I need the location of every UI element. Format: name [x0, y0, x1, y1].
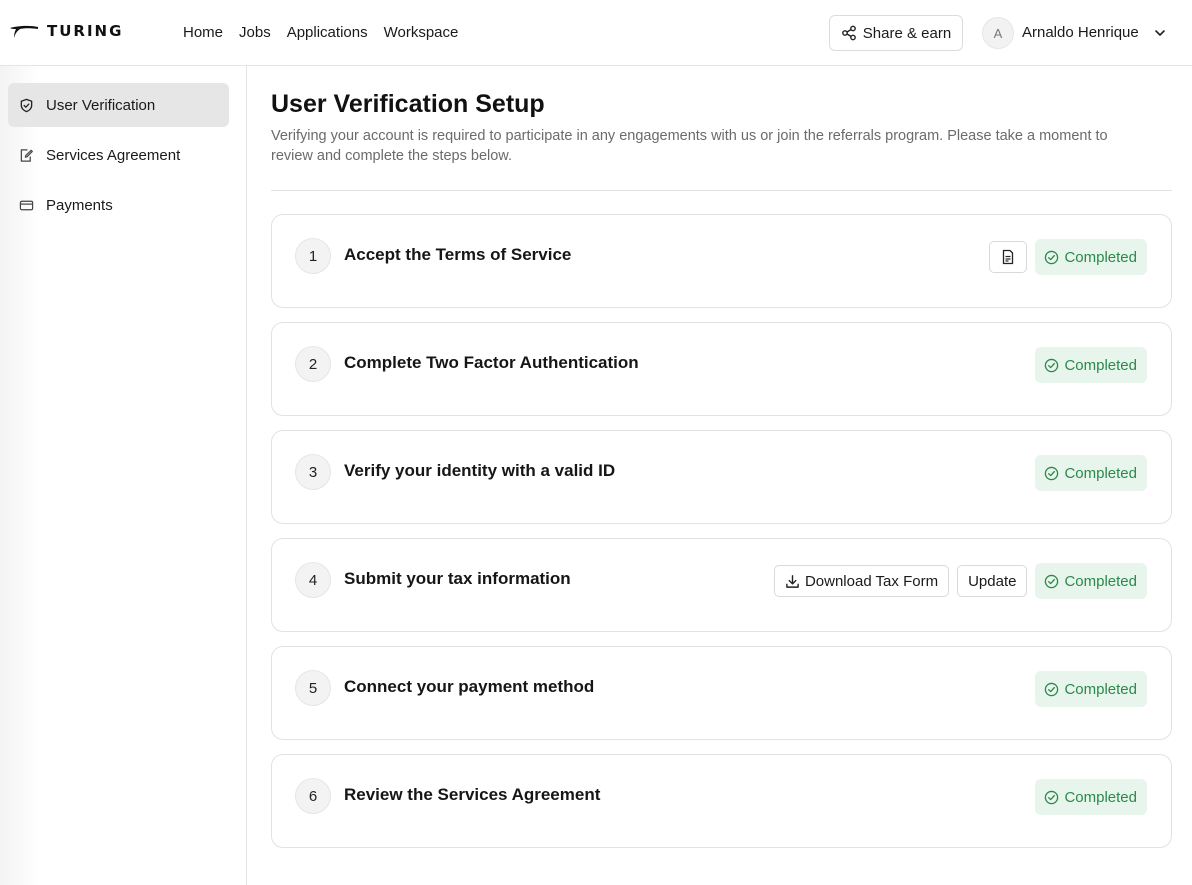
- download-tax-form-button[interactable]: Download Tax Form: [773, 565, 950, 597]
- sidebar-item-payments[interactable]: Payments: [8, 183, 229, 227]
- status-badge: Completed: [1035, 671, 1147, 707]
- status-label: Completed: [1064, 464, 1137, 482]
- status-badge: Completed: [1035, 563, 1147, 599]
- status-label: Completed: [1064, 248, 1137, 266]
- main-nav: Home Jobs Applications Workspace: [183, 22, 458, 44]
- nav-workspace[interactable]: Workspace: [384, 22, 459, 44]
- step-actions: Download Tax Form Update Completed: [773, 563, 1147, 599]
- check-circle-icon: [1045, 250, 1059, 264]
- step-actions: Completed: [1035, 347, 1147, 383]
- sidebar-item-services-agreement[interactable]: Services Agreement: [8, 133, 229, 177]
- nav-jobs[interactable]: Jobs: [239, 22, 271, 44]
- step-number: 5: [295, 670, 331, 706]
- step-title: Complete Two Factor Authentication: [344, 353, 639, 372]
- step-title: Verify your identity with a valid ID: [344, 461, 616, 480]
- edit-document-icon: [19, 148, 34, 163]
- status-badge: Completed: [1035, 239, 1147, 275]
- nav-applications[interactable]: Applications: [287, 22, 368, 44]
- avatar[interactable]: A: [982, 17, 1014, 49]
- status-badge: Completed: [1035, 779, 1147, 815]
- share-earn-button[interactable]: Share & earn: [829, 15, 963, 51]
- download-tax-form-label: Download Tax Form: [804, 572, 939, 590]
- nav-home[interactable]: Home: [183, 22, 223, 44]
- step-card-tax-information: 4 Submit your tax information Download T…: [271, 538, 1172, 632]
- step-number: 3: [295, 454, 331, 490]
- status-label: Completed: [1064, 788, 1137, 806]
- turing-logo[interactable]: TURING: [9, 20, 123, 42]
- step-actions: Completed: [989, 239, 1147, 275]
- logo-text: TURING: [47, 22, 124, 40]
- step-actions: Completed: [1035, 455, 1147, 491]
- sidebar-item-label: Payments: [46, 196, 113, 214]
- sidebar: User Verification Services Agreement Pay…: [0, 66, 247, 885]
- share-earn-label: Share & earn: [862, 24, 952, 42]
- update-label: Update: [968, 572, 1017, 590]
- status-label: Completed: [1064, 572, 1137, 590]
- step-title: Submit your tax information: [344, 569, 571, 588]
- status-badge: Completed: [1035, 347, 1147, 383]
- sidebar-item-label: User Verification: [46, 96, 156, 114]
- check-circle-icon: [1045, 790, 1059, 804]
- step-card-two-factor: 2 Complete Two Factor Authentication Com…: [271, 322, 1172, 416]
- step-number: 1: [295, 238, 331, 274]
- status-badge: Completed: [1035, 455, 1147, 491]
- sidebar-item-user-verification[interactable]: User Verification: [8, 83, 229, 127]
- step-card-identity: 3 Verify your identity with a valid ID C…: [271, 430, 1172, 524]
- download-icon: [786, 574, 799, 588]
- shield-check-icon: [19, 98, 34, 113]
- divider: [271, 190, 1172, 191]
- step-card-payment-method: 5 Connect your payment method Completed: [271, 646, 1172, 740]
- status-label: Completed: [1064, 680, 1137, 698]
- chevron-down-icon[interactable]: [1153, 26, 1167, 40]
- step-number: 4: [295, 562, 331, 598]
- step-title: Connect your payment method: [344, 677, 595, 696]
- check-circle-icon: [1045, 682, 1059, 696]
- step-actions: Completed: [1035, 671, 1147, 707]
- step-number: 6: [295, 778, 331, 814]
- turing-logo-icon: [10, 25, 38, 38]
- check-circle-icon: [1045, 466, 1059, 480]
- document-icon: [1003, 249, 1014, 265]
- check-circle-icon: [1045, 358, 1059, 372]
- credit-card-icon: [19, 198, 34, 213]
- check-circle-icon: [1045, 574, 1059, 588]
- sidebar-item-label: Services Agreement: [46, 146, 181, 164]
- page-title: User Verification Setup: [271, 90, 545, 118]
- view-terms-button[interactable]: [989, 241, 1028, 273]
- step-actions: Completed: [1035, 779, 1147, 815]
- step-title: Accept the Terms of Service: [344, 245, 572, 264]
- status-label: Completed: [1064, 356, 1137, 374]
- step-title: Review the Services Agreement: [344, 785, 601, 804]
- user-name[interactable]: Arnaldo Henrique: [1022, 22, 1139, 44]
- update-button[interactable]: Update: [957, 565, 1028, 597]
- share-icon: [841, 25, 856, 41]
- step-number: 2: [295, 346, 331, 382]
- step-card-services-agreement: 6 Review the Services Agreement Complete…: [271, 754, 1172, 848]
- step-card-terms-of-service: 1 Accept the Terms of Service Completed: [271, 214, 1172, 308]
- page-description: Verifying your account is required to pa…: [271, 128, 1108, 164]
- top-header: TURING Home Jobs Applications Workspace …: [0, 0, 1192, 66]
